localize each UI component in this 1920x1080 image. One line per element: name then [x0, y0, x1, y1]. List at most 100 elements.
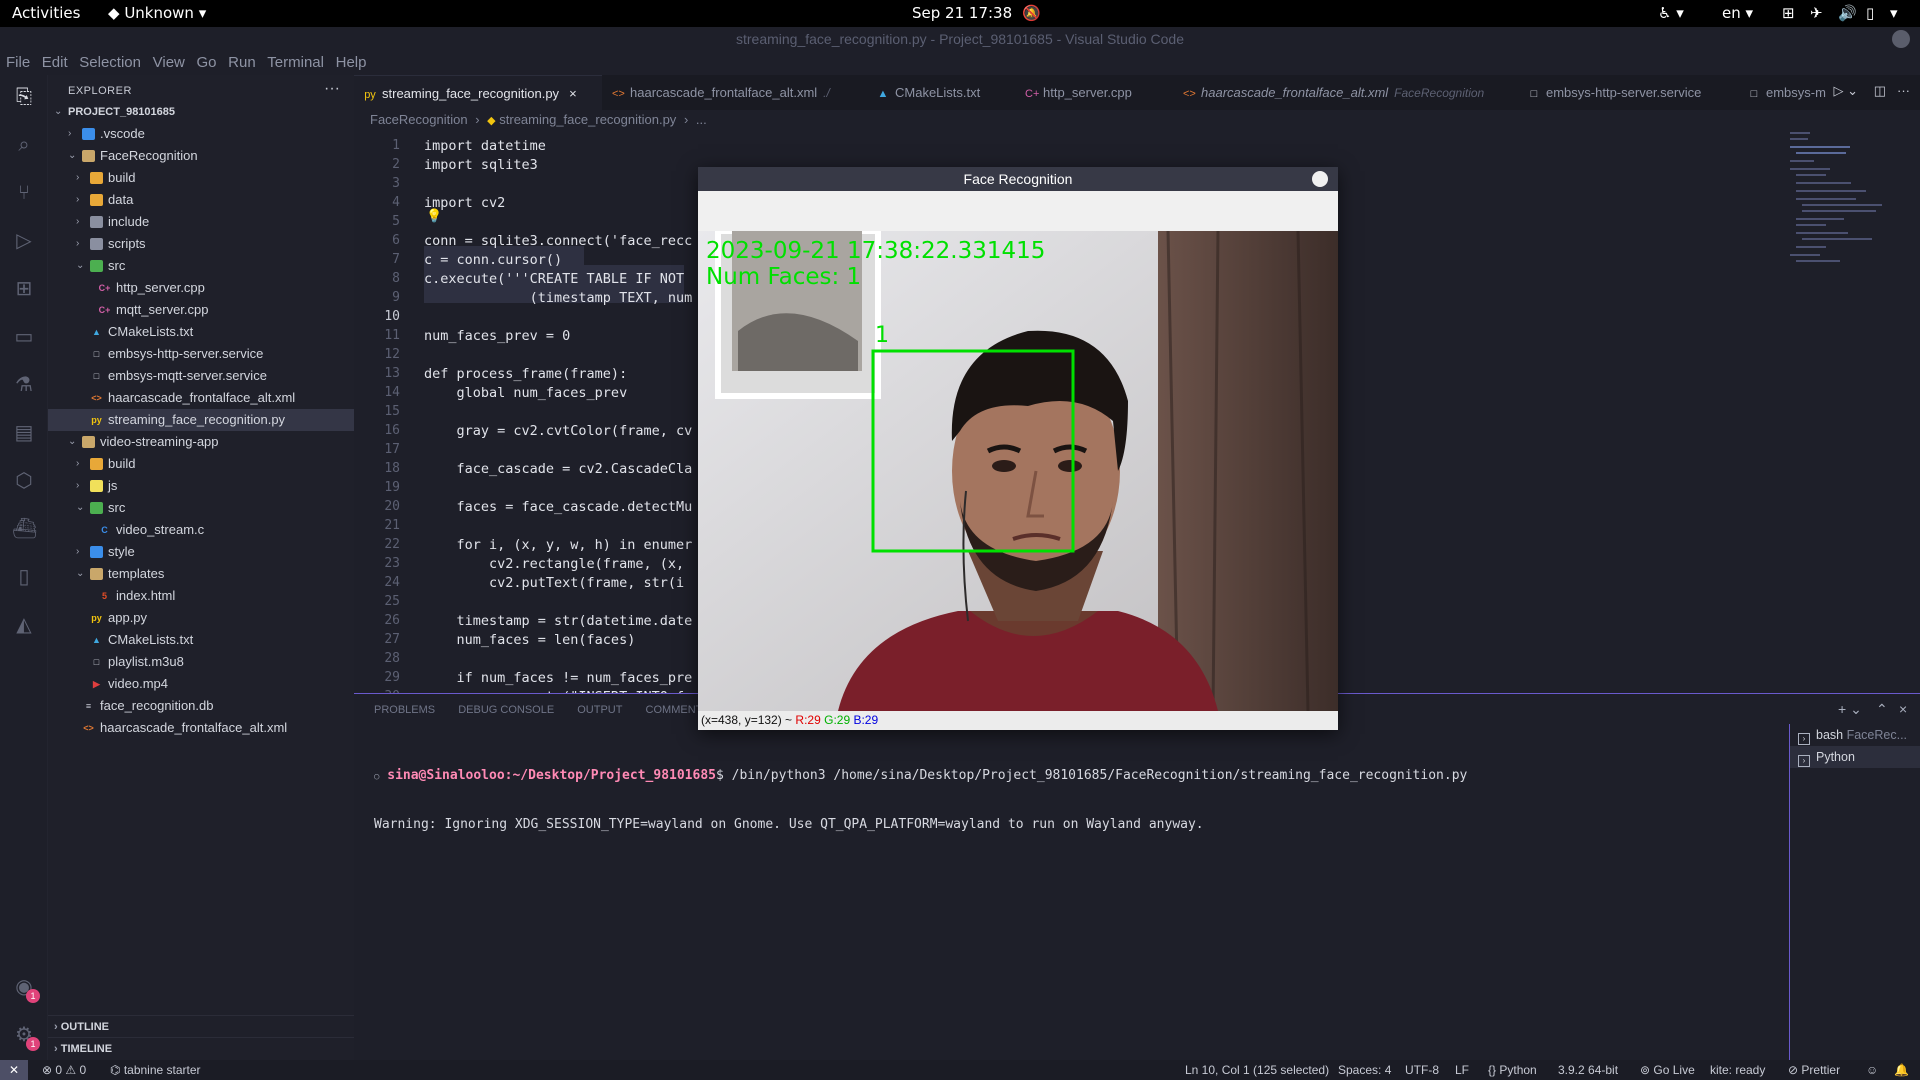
face-recognition-window[interactable]: Face Recognition 2023-09-21 17:38:22.331… — [698, 167, 1338, 730]
airplane-mode-icon[interactable]: ✈ — [1810, 4, 1823, 22]
tree-folder[interactable]: ⌄ src — [48, 255, 354, 277]
breadcrumb-folder[interactable]: FaceRecognition — [370, 112, 468, 127]
tab-file[interactable]: ▲ CMakeLists.txt — [867, 75, 1015, 110]
tree-file[interactable]: 5 index.html — [48, 585, 354, 607]
tree-folder[interactable]: › scripts — [48, 233, 354, 255]
menu-help[interactable]: Help — [336, 51, 367, 75]
app-menu[interactable]: ◆ Unknown ▾ — [108, 4, 206, 22]
tree-file[interactable]: □ embsys-mqtt-server.service — [48, 365, 354, 387]
system-menu-chevron-icon[interactable]: ▾ — [1890, 4, 1898, 22]
tree-file[interactable]: ▲ CMakeLists.txt — [48, 321, 354, 343]
project-root[interactable]: ⌄ PROJECT_98101685 — [48, 101, 354, 123]
tree-file[interactable]: C+ http_server.cpp — [48, 277, 354, 299]
tree-folder[interactable]: › data — [48, 189, 354, 211]
tab-file[interactable]: <> haarcascade_frontalface_alt.xml FaceRec… — [1173, 75, 1518, 110]
notifications-bell-icon[interactable]: 🔔 — [1894, 1060, 1909, 1080]
tree-folder[interactable]: › style — [48, 541, 354, 563]
activities-button[interactable]: Activities — [12, 4, 80, 22]
menu-file[interactable]: File — [6, 51, 30, 75]
tab-file[interactable]: C+ http_server.cpp — [1015, 75, 1173, 110]
volume-icon[interactable]: 🔊 — [1838, 4, 1857, 22]
editor-more-actions-icon[interactable]: ··· — [1897, 83, 1910, 98]
indentation[interactable]: Spaces: 4 — [1338, 1060, 1391, 1080]
menu-run[interactable]: Run — [228, 51, 256, 75]
language-selector[interactable]: en ▾ — [1722, 4, 1753, 22]
tree-file[interactable]: <> haarcascade_frontalface_alt.xml — [48, 717, 354, 739]
tab-close-icon[interactable]: × — [569, 86, 577, 101]
menu-selection[interactable]: Selection — [79, 51, 141, 75]
source-control-icon[interactable]: ⑂ — [12, 181, 36, 205]
tab-file[interactable]: □ embsys-http-server.service — [1518, 75, 1738, 110]
tree-folder[interactable]: ⌄ src — [48, 497, 354, 519]
tree-file[interactable]: py streaming_face_recognition.py — [48, 409, 354, 431]
tab-output[interactable]: OUTPUT — [577, 704, 622, 716]
tree-folder[interactable]: › include — [48, 211, 354, 233]
tree-file[interactable]: □ embsys-http-server.service — [48, 343, 354, 365]
search-icon[interactable]: ⌕ — [12, 133, 36, 157]
clock[interactable]: Sep 21 17:38 — [912, 4, 1012, 22]
gitlens-icon[interactable]: ⬡ — [12, 469, 36, 493]
menu-terminal[interactable]: Terminal — [267, 51, 324, 75]
tab-problems[interactable]: PROBLEMS — [374, 704, 435, 716]
tab-file[interactable]: py streaming_face_recognition.py × — [354, 75, 602, 110]
network-icon[interactable]: ⊞ — [1782, 4, 1795, 22]
remote-indicator-icon[interactable]: ✕ — [0, 1060, 28, 1080]
tabnine-status[interactable]: ⌬ tabnine starter — [110, 1060, 201, 1080]
notes-icon[interactable]: ▤ — [12, 421, 36, 445]
tree-file[interactable]: Cvideo_stream.c — [48, 519, 354, 541]
breadcrumb-file[interactable]: streaming_face_recognition.py — [499, 112, 676, 127]
extensions-icon[interactable]: ⊞ — [12, 277, 36, 301]
explorer-more-actions-icon[interactable]: ··· — [324, 80, 340, 98]
timeline-section[interactable]: › TIMELINE — [48, 1037, 354, 1059]
problems-indicator[interactable]: ⊗ 0 ⚠ 0 — [42, 1060, 86, 1080]
python-interpreter[interactable]: 3.9.2 64-bit — [1558, 1060, 1618, 1080]
prettier-status[interactable]: ⊘ Prettier — [1788, 1060, 1840, 1080]
menu-edit[interactable]: Edit — [42, 51, 68, 75]
maximize-panel-icon[interactable]: ⌃ — [1876, 701, 1888, 718]
camera-frame[interactable]: 2023-09-21 17:38:22.331415 Num Faces: 1 … — [698, 231, 1338, 711]
tree-folder[interactable]: › js — [48, 475, 354, 497]
explorer-icon[interactable]: ⎘ — [12, 85, 36, 109]
accessibility-icon[interactable]: ♿ ▾ — [1658, 4, 1684, 22]
terminal-output[interactable]: ○ sina@Sinalooloo:~/Desktop/Project_9810… — [374, 736, 1467, 865]
split-editor-icon[interactable]: ◫ — [1874, 83, 1886, 99]
tree-file[interactable]: ▶ video.mp4 — [48, 673, 354, 695]
menu-go[interactable]: Go — [197, 51, 217, 75]
cv-window-close-button[interactable] — [1312, 171, 1328, 187]
minimap[interactable] — [1790, 132, 1905, 332]
terminal-item-bash[interactable]: › bash FaceRec... — [1790, 724, 1920, 746]
testing-icon[interactable]: ⚗ — [12, 373, 36, 397]
new-terminal-icon[interactable]: + ⌄ — [1838, 701, 1862, 718]
tab-debug-console[interactable]: DEBUG CONSOLE — [458, 704, 554, 716]
feedback-icon[interactable]: ☺ — [1866, 1060, 1878, 1080]
outline-section[interactable]: › OUTLINE — [48, 1015, 354, 1037]
tree-folder[interactable]: ⌄ FaceRecognition — [48, 145, 354, 167]
tree-folder[interactable]: › .vscode — [48, 123, 354, 145]
breadcrumb-symbol[interactable]: ... — [696, 112, 707, 127]
tree-file[interactable]: ≡ face_recognition.db — [48, 695, 354, 717]
tree-file[interactable]: □ playlist.m3u8 — [48, 651, 354, 673]
docker-icon[interactable]: ⛴ — [12, 517, 37, 541]
close-panel-icon[interactable]: × — [1899, 701, 1907, 717]
menu-view[interactable]: View — [153, 51, 185, 75]
encoding[interactable]: UTF-8 — [1405, 1060, 1439, 1080]
tree-file[interactable]: <> haarcascade_frontalface_alt.xml — [48, 387, 354, 409]
line-ending[interactable]: LF — [1455, 1060, 1469, 1080]
tree-file[interactable]: py app.py — [48, 607, 354, 629]
battery-icon[interactable]: ▯ — [1866, 4, 1874, 22]
kite-icon[interactable]: ◭ — [12, 613, 36, 637]
tab-file[interactable]: □ embsys-m — [1738, 75, 1848, 110]
window-close-button[interactable] — [1892, 30, 1910, 48]
go-live[interactable]: ⊚ Go Live — [1640, 1060, 1695, 1080]
bookmarks-icon[interactable]: ▯ — [12, 565, 36, 589]
kite-status[interactable]: kite: ready — [1710, 1060, 1765, 1080]
tab-file[interactable]: <> haarcascade_frontalface_alt.xml ./ — [602, 75, 867, 110]
terminal-item-python[interactable]: › Python — [1790, 746, 1920, 768]
tree-file[interactable]: C+ mqtt_server.cpp — [48, 299, 354, 321]
cursor-position[interactable]: Ln 10, Col 1 (125 selected) — [1185, 1060, 1329, 1080]
cv-window-titlebar[interactable]: Face Recognition — [698, 167, 1338, 191]
tree-folder[interactable]: › build — [48, 453, 354, 475]
tree-file[interactable]: ▲ CMakeLists.txt — [48, 629, 354, 651]
tree-folder[interactable]: › build — [48, 167, 354, 189]
language-mode[interactable]: {} Python — [1488, 1060, 1537, 1080]
